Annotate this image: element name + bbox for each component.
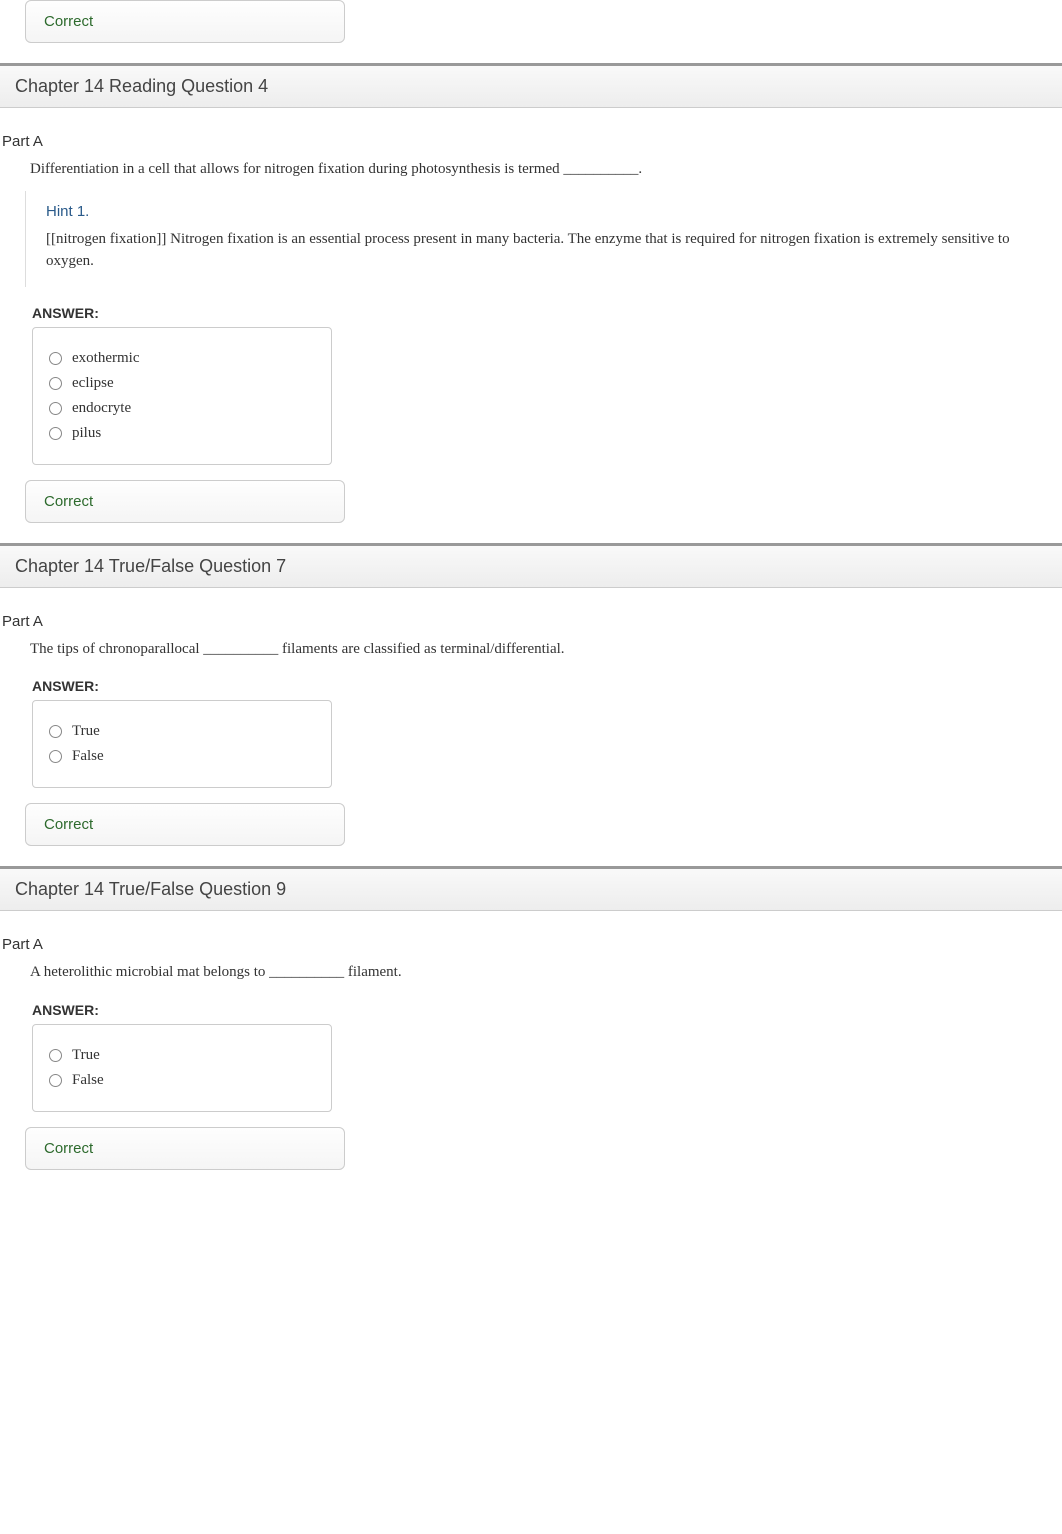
feedback-text: Correct	[44, 493, 93, 510]
part-label-q4: Part A	[2, 133, 1062, 150]
feedback-text: Correct	[44, 13, 93, 30]
option-label: False	[72, 1072, 104, 1089]
radio-icon[interactable]	[49, 1074, 62, 1087]
answer-label-q4: ANSWER:	[32, 305, 1062, 321]
option-row[interactable]: False	[49, 748, 315, 765]
option-row[interactable]: eclipse	[49, 375, 315, 392]
option-label: eclipse	[72, 375, 114, 392]
option-label: True	[72, 723, 100, 740]
option-label: pilus	[72, 425, 101, 442]
option-label: False	[72, 748, 104, 765]
radio-icon[interactable]	[49, 725, 62, 738]
option-label: True	[72, 1047, 100, 1064]
radio-icon[interactable]	[49, 402, 62, 415]
options-box-q5: True False	[32, 700, 332, 788]
options-box-q4: exothermic eclipse endocryte pilus	[32, 327, 332, 465]
option-row[interactable]: True	[49, 723, 315, 740]
radio-icon[interactable]	[49, 377, 62, 390]
radio-icon[interactable]	[49, 352, 62, 365]
feedback-correct-q5: Correct	[25, 803, 345, 846]
answer-label-q5: ANSWER:	[32, 678, 1062, 694]
question-title: Chapter 14 True/False Question 7	[15, 556, 286, 576]
option-label: exothermic	[72, 350, 139, 367]
option-row[interactable]: pilus	[49, 425, 315, 442]
question-prompt-q5: The tips of chronoparallocal __________ …	[30, 638, 1062, 661]
options-box-q6: True False	[32, 1024, 332, 1112]
hint-body: [[nitrogen fixation]] Nitrogen fixation …	[46, 228, 1042, 273]
question-title: Chapter 14 Reading Question 4	[15, 76, 268, 96]
option-row[interactable]: True	[49, 1047, 315, 1064]
part-label-q6: Part A	[2, 936, 1062, 953]
option-row[interactable]: False	[49, 1072, 315, 1089]
part-label-q5: Part A	[2, 613, 1062, 630]
feedback-text: Correct	[44, 816, 93, 833]
feedback-correct: Correct	[25, 0, 345, 43]
answer-label-q6: ANSWER:	[32, 1002, 1062, 1018]
question-header-q6: Chapter 14 True/False Question 9	[0, 866, 1062, 911]
feedback-text: Correct	[44, 1140, 93, 1157]
question-prompt-q4: Differentiation in a cell that allows fo…	[30, 158, 1062, 181]
feedback-correct-q6: Correct	[25, 1127, 345, 1170]
question-header-q5: Chapter 14 True/False Question 7	[0, 543, 1062, 588]
radio-icon[interactable]	[49, 427, 62, 440]
radio-icon[interactable]	[49, 1049, 62, 1062]
question-header-q4: Chapter 14 Reading Question 4	[0, 63, 1062, 108]
hint-title[interactable]: Hint 1.	[46, 203, 1042, 220]
feedback-correct-q4: Correct	[25, 480, 345, 523]
option-row[interactable]: endocryte	[49, 400, 315, 417]
hint-block-q4: Hint 1. [[nitrogen fixation]] Nitrogen f…	[25, 191, 1062, 287]
option-row[interactable]: exothermic	[49, 350, 315, 367]
radio-icon[interactable]	[49, 750, 62, 763]
question-prompt-q6: A heterolithic microbial mat belongs to …	[30, 961, 1062, 984]
question-title: Chapter 14 True/False Question 9	[15, 879, 286, 899]
option-label: endocryte	[72, 400, 131, 417]
